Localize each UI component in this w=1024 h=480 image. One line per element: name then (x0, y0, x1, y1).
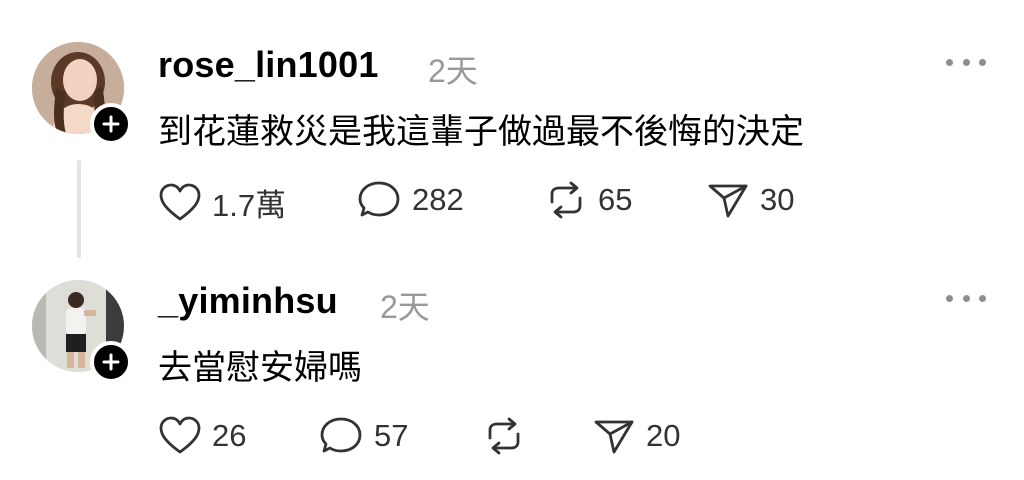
heart-icon (159, 183, 201, 220)
like-count: 26 (212, 418, 247, 453)
thread-line (77, 160, 81, 258)
comment-button[interactable]: 282 (358, 180, 464, 220)
like-count: 1.7萬 (212, 188, 287, 223)
share-count: 20 (646, 418, 681, 453)
follow-button[interactable] (90, 341, 132, 383)
share-button[interactable]: 30 (706, 180, 794, 220)
like-button[interactable]: 1.7萬 (158, 180, 286, 225)
like-button[interactable]: 26 (158, 416, 246, 456)
comment-count: 57 (374, 418, 409, 453)
follow-button[interactable] (90, 103, 132, 145)
comment-count: 282 (412, 182, 464, 217)
timestamp: 2天 (380, 289, 430, 325)
timestamp: 2天 (428, 53, 478, 89)
share-count: 30 (760, 182, 795, 217)
repost-button[interactable] (482, 416, 536, 456)
comment-bubble-icon (358, 181, 400, 217)
repost-icon (488, 417, 520, 455)
plus-icon (102, 353, 120, 371)
more-dots-icon[interactable] (946, 288, 986, 308)
repost-icon (550, 181, 582, 219)
repost-button[interactable]: 65 (544, 180, 632, 220)
comment-bubble-icon (320, 417, 362, 453)
post-1: rose_lin1001 2天 到花蓮救災是我這輩子做過最不後悔的決定 1.7萬… (0, 0, 1024, 258)
username[interactable]: _yiminhsu (158, 280, 338, 322)
repost-count: 65 (598, 182, 633, 217)
post-text: 去當慰安婦嗎 (158, 348, 362, 388)
post-text: 到花蓮救災是我這輩子做過最不後悔的決定 (158, 112, 804, 152)
username[interactable]: rose_lin1001 (158, 44, 379, 86)
heart-icon (159, 416, 201, 454)
comment-button[interactable]: 57 (320, 416, 408, 456)
plus-icon (102, 115, 120, 133)
send-icon (594, 420, 634, 454)
post-2: _yiminhsu 2天 去當慰安婦嗎 26 57 20 (0, 270, 1024, 480)
send-icon (708, 184, 748, 218)
share-button[interactable]: 20 (592, 416, 680, 456)
more-dots-icon[interactable] (946, 52, 986, 72)
